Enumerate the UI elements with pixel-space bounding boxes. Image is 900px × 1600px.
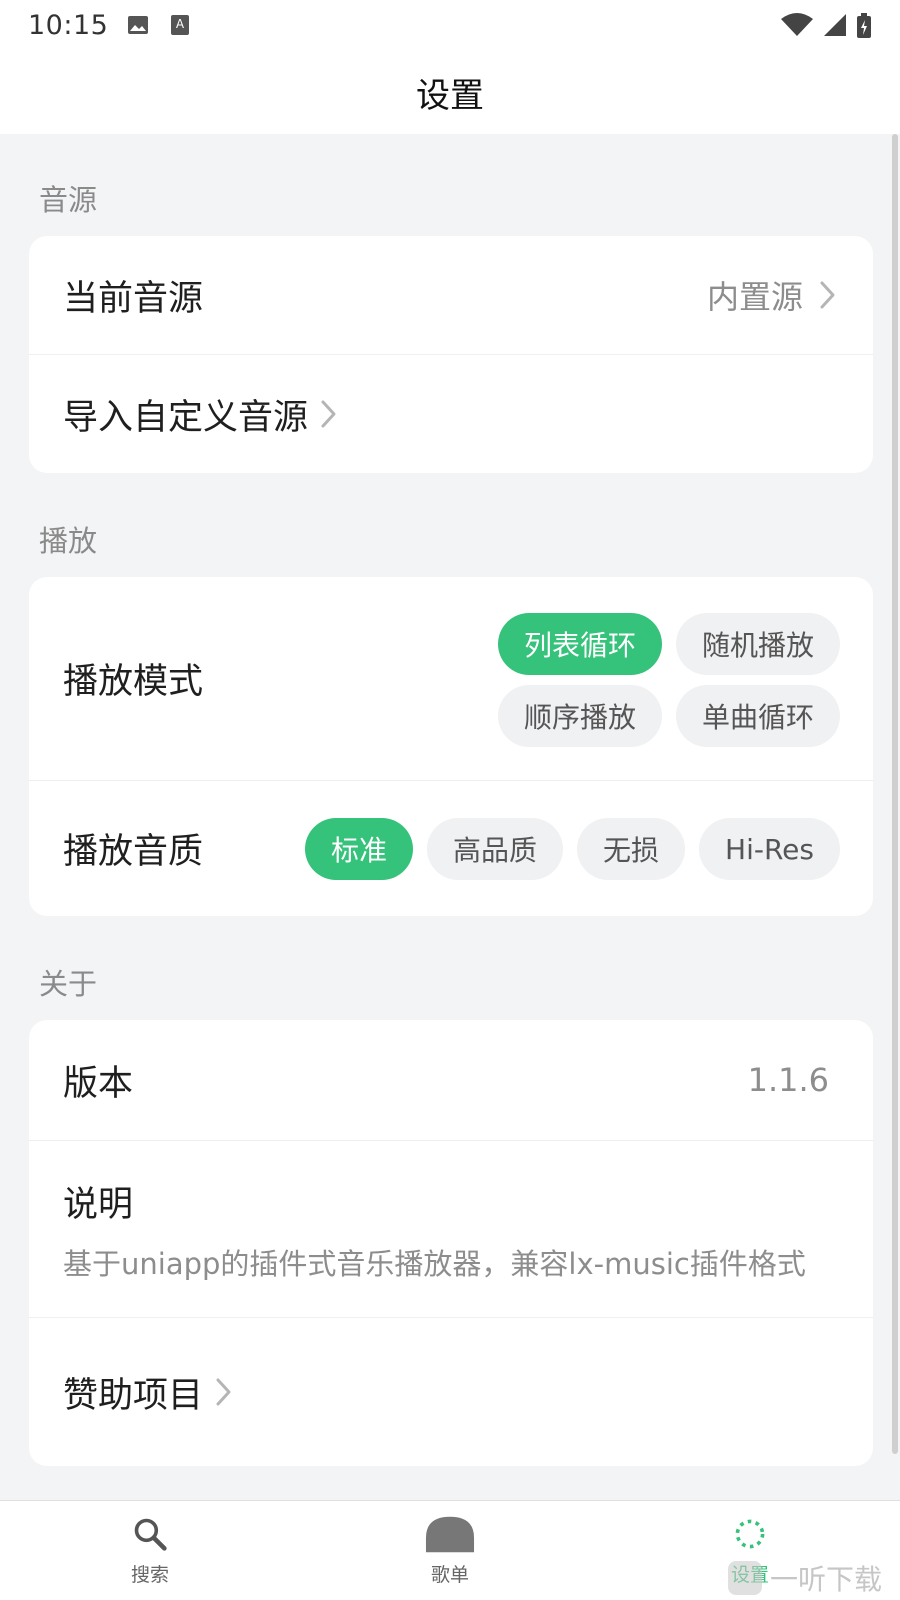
current-source-row[interactable]: 当前音源 内置源 [29, 236, 873, 354]
tab-label-playlist: 歌单 [430, 1564, 469, 1586]
about-card: 版本 1.1.6 说明 基于uniapp的插件式音乐播放器，兼容lx-music… [29, 1020, 873, 1466]
current-source-value-group: 内置源 [707, 272, 839, 318]
image-icon [126, 13, 150, 37]
chevron-right-icon [817, 279, 839, 311]
status-time: 10:15 [28, 9, 109, 41]
status-left: 10:15 A [28, 10, 192, 41]
watermark-text: 一听下载 [769, 1563, 882, 1596]
chevron-right-icon [213, 1376, 235, 1408]
battery-charging-icon [856, 13, 872, 38]
play-mode-option[interactable]: 单曲循环 [675, 685, 840, 747]
source-card: 当前音源 内置源 导入自定义音源 [29, 236, 873, 473]
sponsor-label: 赞助项目 [63, 1375, 204, 1416]
import-source-row[interactable]: 导入自定义音源 [29, 354, 873, 473]
status-bar: 10:15 A [0, 0, 900, 50]
home-icon [424, 1514, 476, 1554]
play-mode-option[interactable]: 列表循环 [497, 613, 662, 675]
scrollbar[interactable] [892, 134, 898, 1454]
svg-text:A: A [176, 17, 185, 31]
chevron-right-icon [318, 398, 340, 430]
play-mode-option[interactable]: 随机播放 [675, 613, 840, 675]
play-mode-label: 播放模式 [63, 662, 204, 702]
settings-dotted-icon [730, 1514, 770, 1554]
import-source-label: 导入自定义音源 [63, 397, 309, 438]
tab-search[interactable]: 搜索 [0, 1501, 300, 1600]
current-source-label: 当前音源 [63, 278, 204, 319]
play-quality-label: 播放音质 [63, 832, 204, 872]
status-right [780, 13, 872, 38]
play-mode-option[interactable]: 顺序播放 [497, 685, 662, 747]
section-title-source: 音源 [39, 183, 98, 217]
version-row: 版本 1.1.6 [29, 1020, 873, 1140]
watermark-logo-icon [727, 1561, 762, 1595]
sponsor-row[interactable]: 赞助项目 [29, 1317, 873, 1466]
page-title: 设置 [416, 75, 484, 116]
play-quality-option[interactable]: 无损 [577, 818, 686, 880]
play-quality-row: 播放音质 标准 高品质 无损 Hi-Res [29, 780, 873, 916]
playback-card: 播放模式 列表循环 随机播放 顺序播放 单曲循环 播放音质 标准 高品质 无损 … [29, 577, 873, 916]
description-row: 说明 基于uniapp的插件式音乐播放器，兼容lx-music插件格式 [29, 1140, 873, 1317]
play-quality-option[interactable]: Hi-Res [699, 818, 840, 880]
play-quality-option[interactable]: 高品质 [427, 818, 564, 880]
search-icon [130, 1514, 170, 1554]
description-text: 基于uniapp的插件式音乐播放器，兼容lx-music插件格式 [63, 1246, 806, 1281]
play-quality-option[interactable]: 标准 [305, 818, 414, 880]
section-title-about: 关于 [39, 967, 98, 1001]
play-mode-options: 列表循环 随机播放 顺序播放 单曲循环 [320, 613, 840, 747]
keyboard-a-icon: A [168, 13, 192, 37]
version-value: 1.1.6 [747, 1061, 829, 1099]
play-quality-options: 标准 高品质 无损 Hi-Res [305, 818, 840, 880]
cell-signal-icon [822, 13, 848, 37]
description-label: 说明 [63, 1184, 134, 1225]
current-source-value: 内置源 [706, 278, 803, 316]
wifi-icon [780, 13, 814, 37]
navigation-header: 设置 [0, 50, 900, 134]
section-title-playback: 播放 [39, 524, 98, 558]
watermark: 一听下载 [727, 1558, 882, 1598]
tab-playlist[interactable]: 歌单 [300, 1501, 600, 1600]
tab-label-search: 搜索 [130, 1564, 169, 1586]
version-label: 版本 [63, 1063, 134, 1104]
play-mode-row: 播放模式 列表循环 随机播放 顺序播放 单曲循环 [29, 577, 873, 780]
